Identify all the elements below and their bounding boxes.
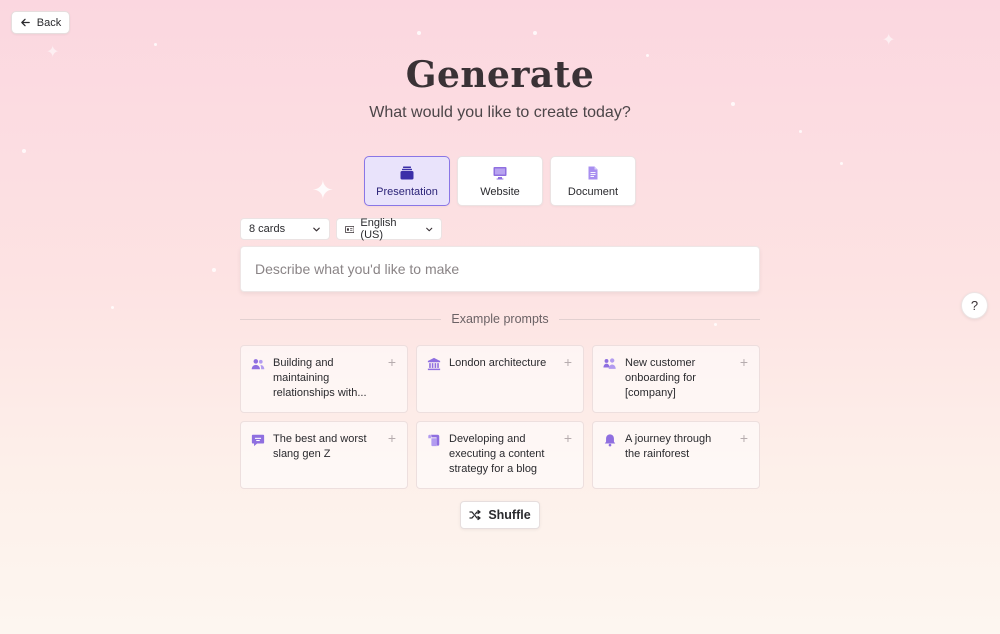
example-prompts-grid: Building and maintaining relationships w… [240, 345, 760, 489]
sparkle [533, 31, 537, 35]
example-prompt-text: New customer onboarding for [company] [625, 357, 696, 399]
example-prompt-text: Building and maintaining relationships w… [273, 357, 367, 399]
document-icon [588, 166, 598, 179]
bell-icon [604, 434, 616, 447]
chevron-down-icon [313, 227, 320, 231]
arrow-left-icon [20, 18, 30, 27]
card-count-value: 8 cards [249, 223, 286, 235]
users-group-icon [603, 358, 616, 369]
example-prompt-text: Developing and executing a content strat… [449, 433, 545, 475]
add-icon[interactable]: + [388, 431, 396, 445]
sparkle [799, 130, 802, 133]
type-presentation-button[interactable]: Presentation [364, 156, 450, 206]
scroll-icon [428, 434, 440, 447]
shuffle-label: Shuffle [488, 508, 531, 522]
type-document-button[interactable]: Document [550, 156, 636, 206]
chat-icon [251, 434, 265, 447]
type-website-button[interactable]: Website [457, 156, 543, 206]
prompt-input[interactable]: Describe what you'd like to make [240, 246, 760, 292]
example-prompt-card[interactable]: Building and maintaining relationships w… [240, 345, 408, 413]
sparkle-star-icon: ✦ [882, 30, 896, 49]
example-prompt-text: London architecture [449, 357, 547, 369]
page-subtitle: What would you like to create today? [369, 104, 631, 121]
example-prompt-card[interactable]: A journey through the rainforest + [592, 421, 760, 489]
example-prompt-card[interactable]: The best and worst slang gen Z + [240, 421, 408, 489]
add-icon[interactable]: + [740, 431, 748, 445]
sparkle [840, 162, 843, 165]
add-icon[interactable]: + [740, 355, 748, 369]
language-select[interactable]: English (US) [336, 217, 442, 241]
type-presentation-label: Presentation [376, 185, 438, 198]
language-value: English (US) [360, 217, 397, 241]
back-button[interactable]: Back [11, 11, 70, 34]
help-label: ? [970, 298, 979, 313]
example-prompts-divider: Example prompts [240, 312, 761, 326]
example-prompt-card[interactable]: New customer onboarding for [company] + [592, 345, 760, 413]
sparkle [111, 306, 114, 309]
options-row: 8 cards English (US) [240, 217, 442, 241]
divider-line [240, 318, 442, 320]
language-icon [345, 225, 355, 233]
card-count-select[interactable]: 8 cards [240, 218, 330, 240]
example-prompt-text: A journey through the rainforest [625, 433, 712, 460]
shuffle-icon [469, 509, 481, 521]
sparkle [212, 268, 216, 272]
sparkle-star-icon: ✦ [312, 176, 334, 206]
prompt-placeholder: Describe what you'd like to make [255, 261, 460, 277]
example-prompt-text: The best and worst slang gen Z [273, 433, 367, 460]
bank-icon [427, 357, 441, 371]
monitor-icon [493, 166, 507, 179]
content-type-selector: Presentation Website Document [364, 156, 636, 206]
add-icon[interactable]: + [388, 355, 396, 369]
example-prompts-heading: Example prompts [451, 312, 549, 326]
add-icon[interactable]: + [564, 431, 572, 445]
page-title: Generate [405, 54, 595, 96]
divider-line [558, 318, 761, 320]
sparkle [154, 43, 157, 46]
sparkle [417, 31, 421, 35]
back-label: Back [36, 16, 62, 29]
chevron-down-icon [425, 227, 432, 231]
example-prompt-card[interactable]: Developing and executing a content strat… [416, 421, 584, 489]
people-icon [251, 359, 265, 370]
sparkle [22, 149, 26, 153]
presentation-icon [400, 166, 414, 179]
type-document-label: Document [567, 185, 619, 198]
help-button[interactable]: ? [961, 292, 988, 319]
type-website-label: Website [480, 185, 520, 198]
add-icon[interactable]: + [564, 355, 572, 369]
shuffle-button[interactable]: Shuffle [460, 501, 540, 529]
example-prompt-card[interactable]: London architecture + [416, 345, 584, 413]
